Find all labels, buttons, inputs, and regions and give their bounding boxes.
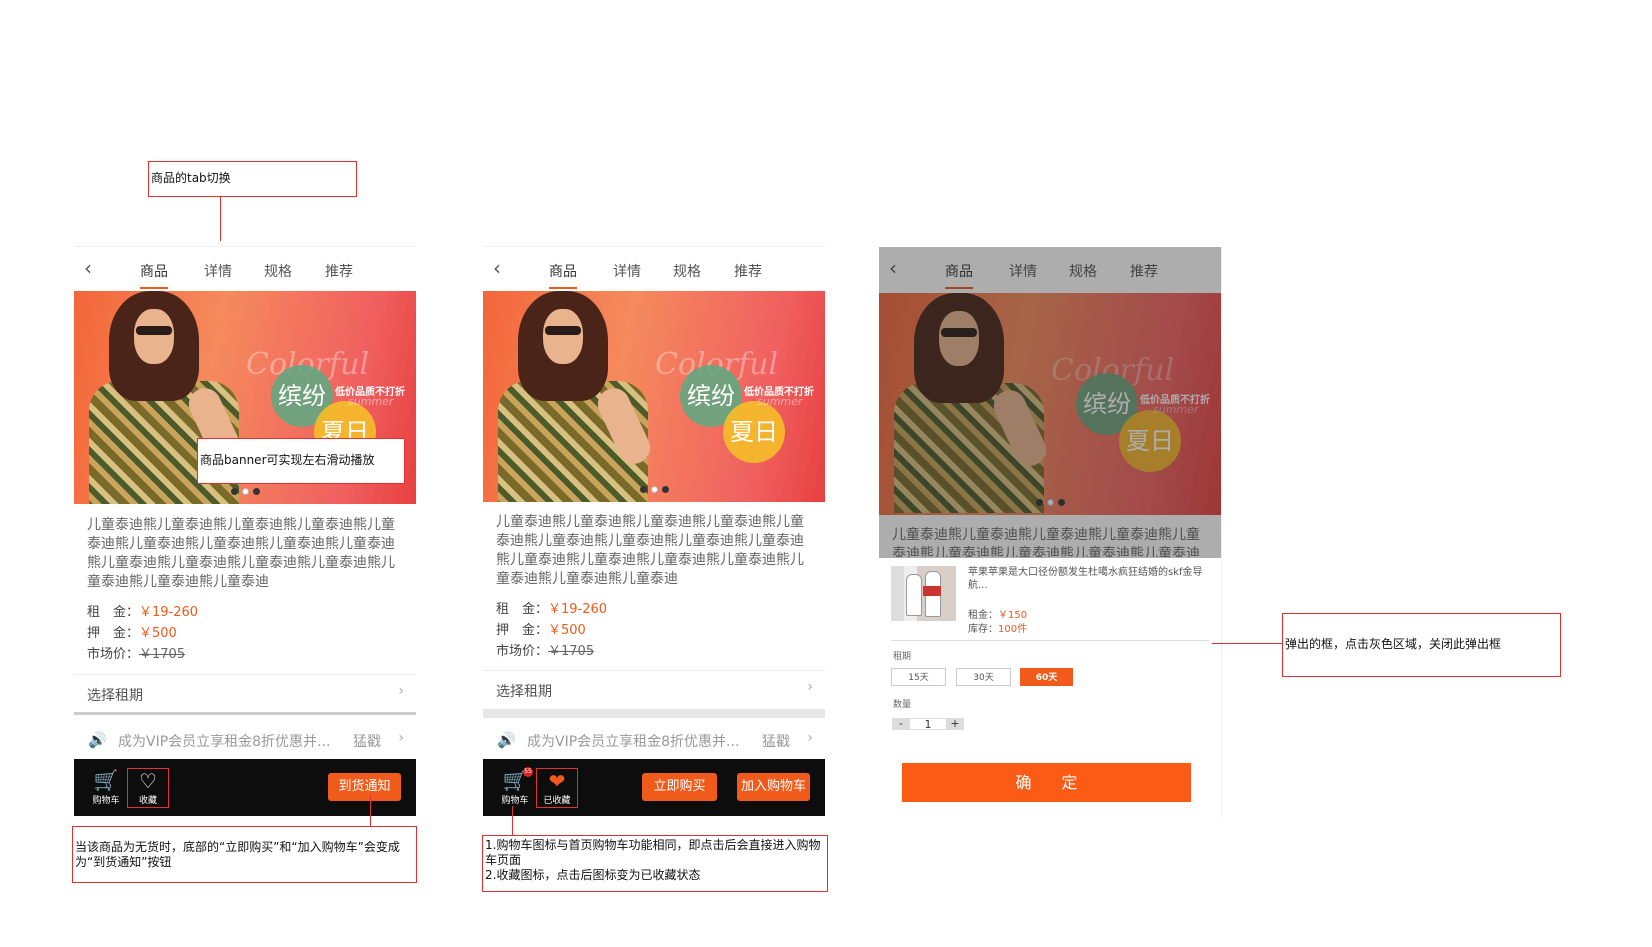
annotation-banner-slide: 商品banner可实现左右滑动播放 xyxy=(197,438,405,484)
tab-details[interactable]: 详情 xyxy=(204,261,232,281)
deposit-row: 押 金：￥500 xyxy=(496,623,586,638)
vip-promo-row[interactable]: 🔊 成为VIP会员立享租金8折优惠并... 猛戳 › xyxy=(74,721,416,759)
annotation-connector xyxy=(370,795,371,826)
annotation-connector xyxy=(512,806,513,836)
section-divider xyxy=(483,709,825,718)
notify-arrival-button[interactable]: 到货通知 xyxy=(328,773,401,801)
section-divider xyxy=(74,712,416,715)
banner-model-face xyxy=(543,309,583,364)
annotation-out-of-stock: 当该商品为无货时，底部的“立即购买”和“加入购物车”会变成为“到货通知”按钮 xyxy=(72,826,417,883)
cart-button[interactable]: 🛒 购物车 xyxy=(86,767,126,811)
tab-specs[interactable]: 规格 xyxy=(673,261,701,281)
dim-overlay[interactable] xyxy=(879,247,1221,558)
cart-count-badge: 55 xyxy=(523,767,533,777)
product-title: 儿童泰迪熊儿童泰迪熊儿童泰迪熊儿童泰迪熊儿童泰迪熊儿童泰迪熊儿童泰迪熊儿童泰迪熊… xyxy=(87,517,395,590)
favorite-button[interactable]: ♡ 收藏 xyxy=(127,768,169,808)
tab-specs[interactable]: 规格 xyxy=(264,261,292,281)
cart-icon: 🛒 xyxy=(93,768,119,792)
banner-summer-text: summer xyxy=(757,395,803,408)
banner-model-face xyxy=(134,309,174,364)
period-label: 租期 xyxy=(893,652,912,662)
period-option-30[interactable]: 30天 xyxy=(956,668,1011,686)
chevron-right-icon: › xyxy=(398,683,404,699)
banner-summer-text: summer xyxy=(348,395,394,408)
tab-goods[interactable]: 商品 xyxy=(549,261,577,289)
back-arrow-icon[interactable]: ‹ xyxy=(493,257,513,279)
pagination-dot[interactable] xyxy=(639,486,647,493)
product-title: 儿童泰迪熊儿童泰迪熊儿童泰迪熊儿童泰迪熊儿童泰迪熊儿童泰迪熊儿童泰迪熊儿童泰迪熊… xyxy=(496,514,804,587)
popup-product-name: 苹果苹果是大口径份额发生杜噶水疯狂结婚的skf金导航... xyxy=(968,567,1203,591)
chevron-right-icon: › xyxy=(807,730,813,746)
banner-circle-word2: 夏日 xyxy=(723,401,785,463)
speaker-icon: 🔊 xyxy=(497,731,516,749)
tab-goods[interactable]: 商品 xyxy=(140,261,168,289)
quantity-input[interactable]: 1 xyxy=(910,718,946,731)
pagination-dot[interactable] xyxy=(230,488,238,495)
tab-recommend[interactable]: 推荐 xyxy=(325,261,353,281)
rent-row: 租 金：￥19-260 xyxy=(87,605,199,620)
bottom-action-bar: 🛒 购物车 ♡ 收藏 到货通知 xyxy=(74,759,416,816)
spec-popup-sheet: 苹果苹果是大口径份额发生杜噶水疯狂结婚的skf金导航... 租金：￥150 库存… xyxy=(879,558,1221,817)
tab-recommend[interactable]: 推荐 xyxy=(734,261,762,281)
market-price-row: 市场价：￥1705 xyxy=(496,644,595,659)
top-nav: ‹ 商品 详情 规格 推荐 xyxy=(74,246,416,292)
annotation-tab-switch: 商品的tab切换 xyxy=(148,161,357,197)
favorited-button[interactable]: ❤ 已收藏 xyxy=(536,768,578,808)
product-banner[interactable]: Colorful 缤纷 夏日 低价品质不打折 summer xyxy=(483,291,825,502)
heart-outline-icon: ♡ xyxy=(139,769,157,793)
annotation-cart-fav: 1.购物车图标与首页购物车功能相同，即点击后会直接进入购物车页面 2.收藏图标，… xyxy=(482,835,828,892)
quantity-minus-button[interactable]: - xyxy=(892,718,910,730)
back-arrow-icon[interactable]: ‹ xyxy=(84,257,104,279)
quantity-label: 数量 xyxy=(893,700,912,710)
top-nav: ‹ 商品 详情 规格 推荐 xyxy=(483,246,825,292)
phone-screen-in-stock: ‹ 商品 详情 规格 推荐 Colorful 缤纷 夏日 低价品质不打折 sum… xyxy=(483,246,825,818)
market-price-row: 市场价：￥1705 xyxy=(87,647,186,662)
annotation-connector xyxy=(1212,643,1283,644)
chevron-right-icon: › xyxy=(807,679,813,695)
rent-row: 租 金：￥19-260 xyxy=(496,602,608,617)
pagination-dot[interactable] xyxy=(252,488,260,495)
annotation-connector xyxy=(220,197,221,241)
deposit-row: 押 金：￥500 xyxy=(87,626,177,641)
choose-period-row[interactable]: 选择租期 › xyxy=(483,670,825,707)
pagination-dot-active[interactable] xyxy=(241,488,249,495)
quantity-plus-button[interactable]: + xyxy=(946,718,964,730)
banner-pagination xyxy=(483,478,825,497)
period-option-60[interactable]: 60天 xyxy=(1020,668,1073,686)
period-option-15[interactable]: 15天 xyxy=(891,668,946,686)
phone-screen-popup: ‹ 商品 详情 规格 推荐 Colorful 缤纷 夏日 低价品质不打折 sum… xyxy=(879,247,1222,817)
cart-button[interactable]: 55 🛒 购物车 xyxy=(495,767,535,811)
popup-stock-row: 库存：100件 xyxy=(968,624,1028,635)
popup-rent-row: 租金：￥150 xyxy=(968,610,1028,621)
banner-model-glasses xyxy=(136,326,172,335)
bottom-action-bar: 55 🛒 购物车 ❤ 已收藏 立即购买 加入购物车 xyxy=(483,759,825,816)
tab-details[interactable]: 详情 xyxy=(613,261,641,281)
phone-screen-out-of-stock: ‹ 商品 详情 规格 推荐 Colorful 缤纷 夏日 低价品质不打折 sum… xyxy=(74,246,416,818)
vip-promo-row[interactable]: 🔊 成为VIP会员立享租金8折优惠并... 猛戳 › xyxy=(483,721,825,759)
pagination-dot-active[interactable] xyxy=(650,486,658,493)
buy-now-button[interactable]: 立即购买 xyxy=(642,773,717,801)
banner-model-glasses xyxy=(545,326,581,335)
speaker-icon: 🔊 xyxy=(88,731,107,749)
product-thumbnail xyxy=(891,566,956,621)
chevron-right-icon: › xyxy=(398,730,404,746)
annotation-popup: 弹出的框，点击灰色区域，关闭此弹出框 xyxy=(1282,613,1561,677)
heart-filled-icon: ❤ xyxy=(548,769,566,793)
popup-divider xyxy=(891,640,1209,641)
pagination-dot[interactable] xyxy=(661,486,669,493)
confirm-button[interactable]: 确定 xyxy=(902,763,1191,802)
choose-period-row[interactable]: 选择租期 › xyxy=(74,674,416,711)
add-to-cart-button[interactable]: 加入购物车 xyxy=(737,773,810,801)
